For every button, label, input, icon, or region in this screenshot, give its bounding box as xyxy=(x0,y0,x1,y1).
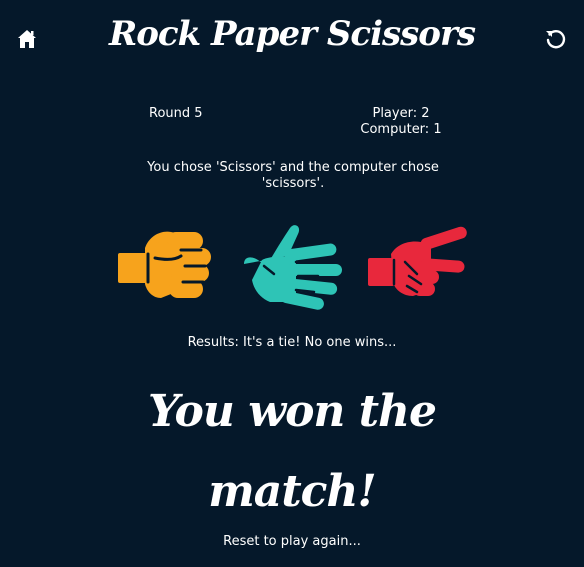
hand-choices xyxy=(0,220,584,310)
round-label: Round 5 xyxy=(149,106,203,121)
choice-message: You chose 'Scissors' and the computer ch… xyxy=(147,160,439,191)
player-score: Player: 2 xyxy=(372,106,430,121)
scissors-hand-icon xyxy=(368,226,467,296)
scissors-button[interactable] xyxy=(365,220,469,310)
reset-icon xyxy=(546,30,566,49)
reset-prompt: Reset to play again... xyxy=(223,534,361,549)
scores: Player: 2 Computer: 1 xyxy=(355,106,447,138)
game-screen: Rock Paper Scissors Round 5 Player: 2 Co… xyxy=(0,0,584,567)
computer-score: Computer: 1 xyxy=(360,122,442,137)
result-message: Results: It's a tie! No one wins... xyxy=(187,335,397,350)
rock-button[interactable] xyxy=(115,220,219,310)
match-result-heading: You won the match! xyxy=(147,386,437,517)
open-hand-icon xyxy=(244,225,342,310)
header: Rock Paper Scissors xyxy=(0,0,584,80)
reset-button[interactable] xyxy=(543,27,567,51)
page-title: Rock Paper Scissors xyxy=(108,14,476,54)
fist-icon xyxy=(118,231,211,298)
paper-button[interactable] xyxy=(240,220,344,310)
